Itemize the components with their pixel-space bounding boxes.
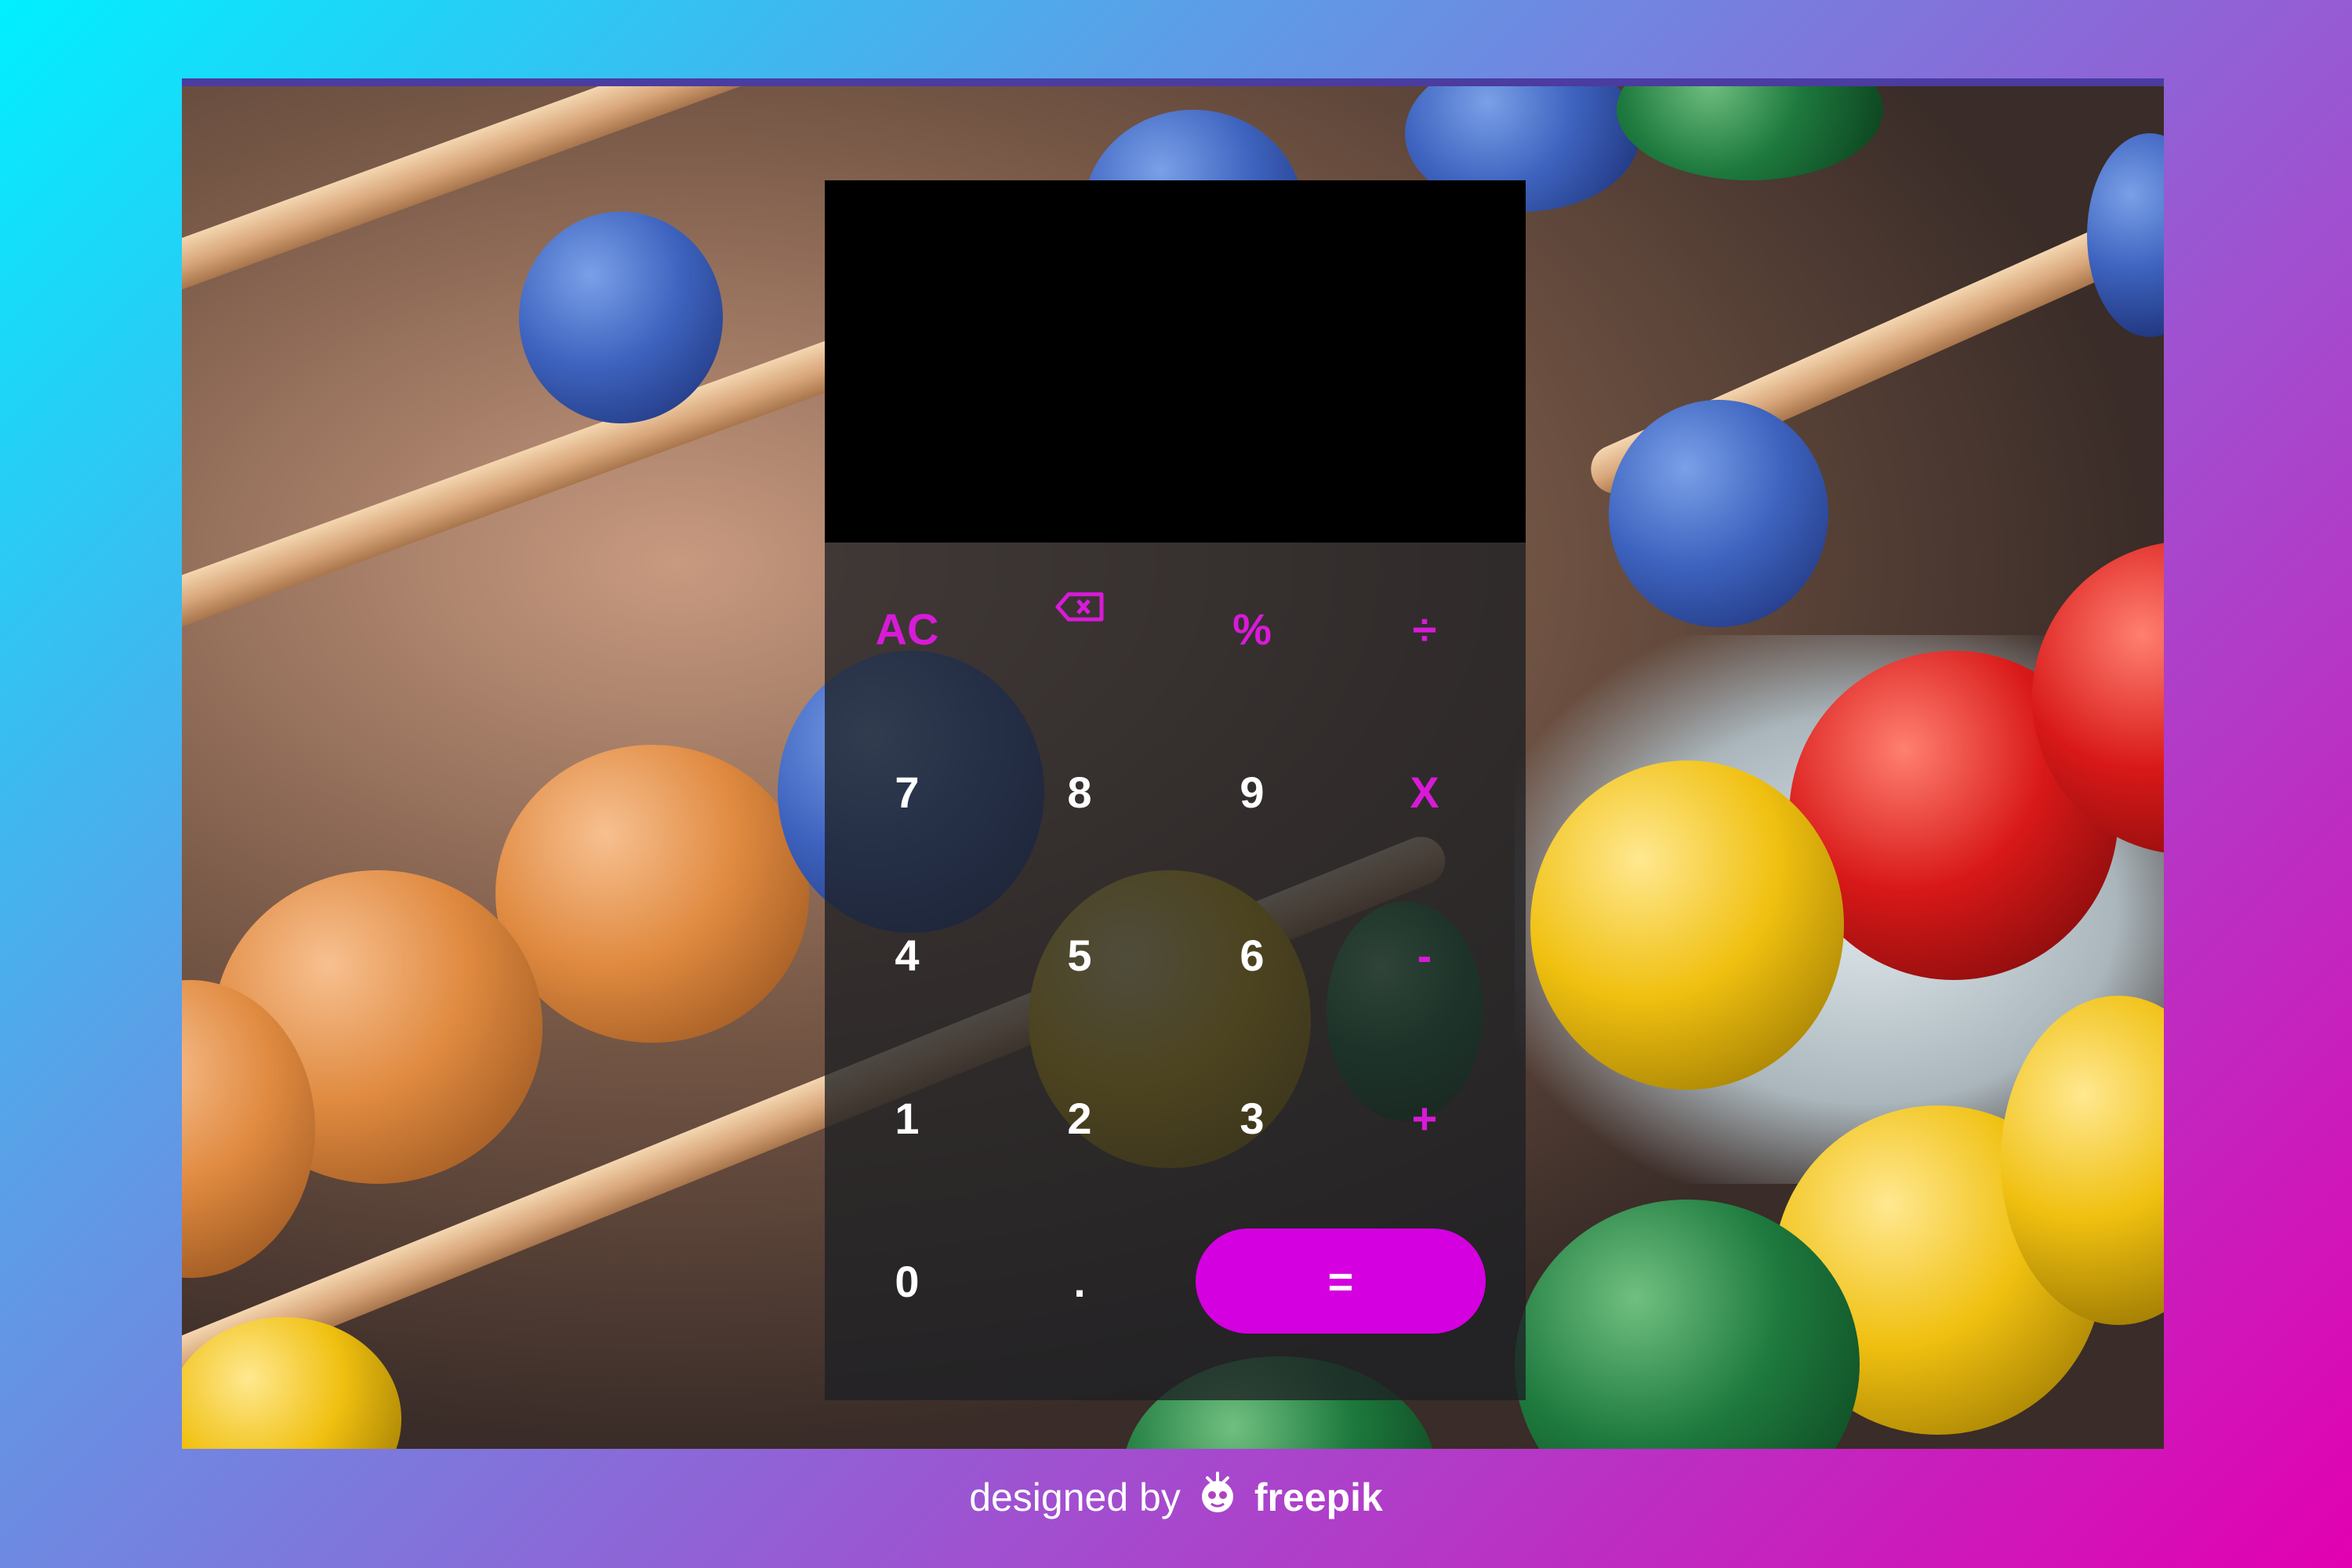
add-button[interactable]: + (1346, 1071, 1503, 1165)
equals-button[interactable]: = (1196, 1229, 1486, 1334)
freepik-logo-icon (1192, 1467, 1243, 1528)
digit-6-button[interactable]: 6 (1174, 908, 1330, 1002)
divide-button[interactable]: ÷ (1346, 582, 1503, 676)
digit-0-button[interactable]: 0 (829, 1234, 985, 1328)
backspace-icon (1054, 582, 1105, 633)
digit-5-button[interactable]: 5 (1001, 908, 1158, 1002)
abacus-bead (182, 1317, 401, 1449)
abacus-bead (1617, 86, 1883, 180)
digit-2-button[interactable]: 2 (1001, 1071, 1158, 1165)
decimal-button[interactable]: . (1001, 1234, 1158, 1328)
digit-1-button[interactable]: 1 (829, 1071, 985, 1165)
abacus-bead (519, 212, 723, 423)
multiply-button[interactable]: X (1346, 745, 1503, 839)
subtract-button[interactable]: - (1346, 908, 1503, 1002)
digit-7-button[interactable]: 7 (829, 745, 985, 839)
abacus-bead (2087, 133, 2164, 337)
credit-prefix: designed by (969, 1475, 1181, 1519)
abacus-bead (1530, 760, 1844, 1090)
backspace-button[interactable] (1001, 582, 1158, 676)
calculator: AC % ÷ 7 8 9 X 4 5 6 - 1 2 3 + 0 . = (825, 180, 1526, 1400)
abacus-bead (1609, 400, 1828, 627)
digit-4-button[interactable]: 4 (829, 908, 985, 1002)
digit-9-button[interactable]: 9 (1174, 745, 1330, 839)
clear-button[interactable]: AC (829, 582, 985, 676)
calculator-keypad: AC % ÷ 7 8 9 X 4 5 6 - 1 2 3 + 0 . = (825, 543, 1526, 1400)
digit-3-button[interactable]: 3 (1174, 1071, 1330, 1165)
abacus-bead (495, 745, 809, 1043)
credit-brand[interactable]: freepik (1254, 1475, 1383, 1520)
digit-8-button[interactable]: 8 (1001, 745, 1158, 839)
designed-by-credit: designed by freepik (0, 1466, 2352, 1529)
calculator-display (825, 180, 1526, 543)
percent-button[interactable]: % (1174, 582, 1330, 676)
